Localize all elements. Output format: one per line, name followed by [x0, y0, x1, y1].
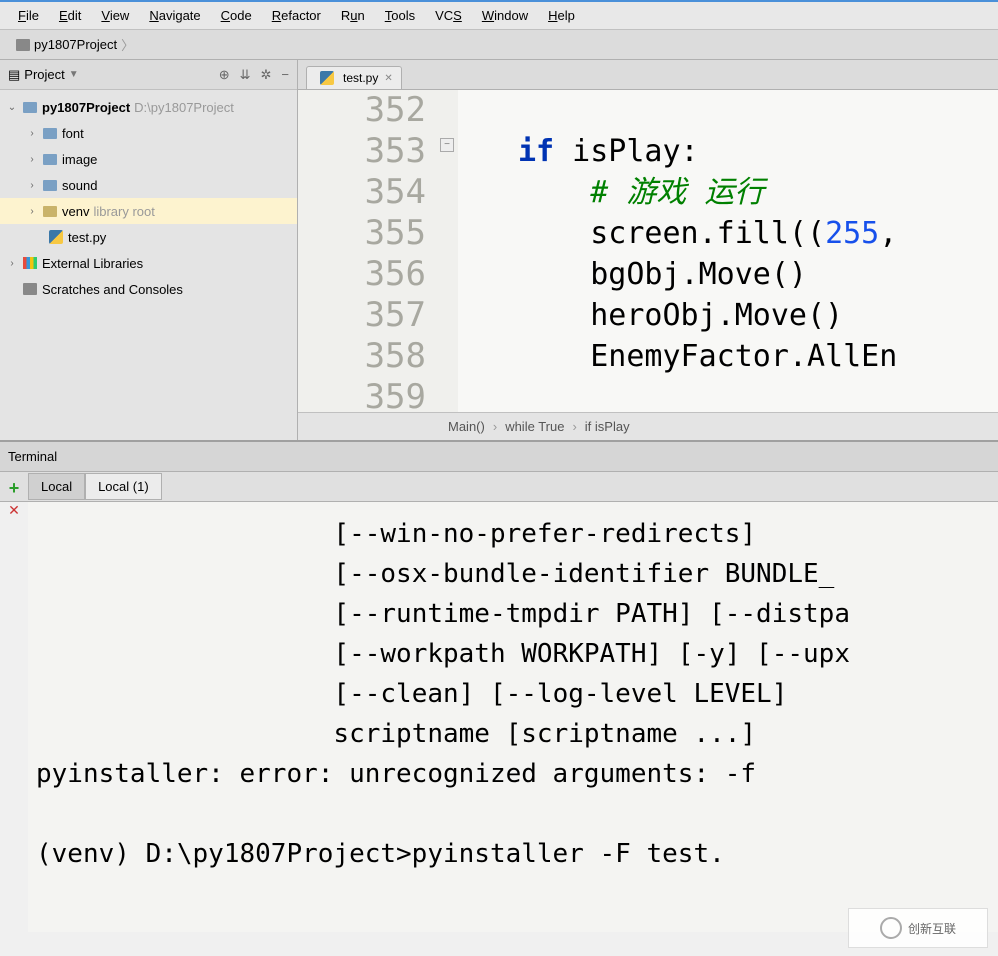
menu-run[interactable]: Run [331, 4, 375, 27]
menu-code[interactable]: Code [211, 4, 262, 27]
python-file-icon [49, 230, 63, 244]
tree-external-libraries[interactable]: › External Libraries [0, 250, 297, 276]
fold-strip: − − [438, 90, 458, 412]
menu-file[interactable]: File [8, 4, 49, 27]
root-name: py1807Project [42, 100, 130, 115]
tree-folder-sound[interactable]: › sound [0, 172, 297, 198]
python-file-icon [320, 71, 334, 85]
terminal-tab-local[interactable]: Local [28, 473, 85, 500]
editor-tab-testpy[interactable]: test.py ✕ [306, 66, 402, 89]
locate-icon[interactable]: ⊕ [219, 67, 230, 83]
crumb[interactable]: if isPlay [585, 419, 630, 434]
watermark-logo-icon [880, 917, 902, 939]
tree-scratches[interactable]: Scratches and Consoles [0, 276, 297, 302]
breadcrumb-root[interactable]: py1807Project 〉 [10, 33, 140, 56]
terminal-output[interactable]: [--win-no-prefer-redirects] [--osx-bundl… [28, 502, 998, 932]
terminal-tab-local1[interactable]: Local (1) [85, 473, 162, 500]
root-path: D:\py1807Project [134, 100, 234, 115]
tree-file-testpy[interactable]: test.py [0, 224, 297, 250]
menu-navigate[interactable]: Navigate [139, 4, 210, 27]
folder-icon [16, 39, 30, 51]
editor-panel: test.py ✕ 352353354 355356357 358359 360… [298, 60, 998, 440]
editor-tabbar: test.py ✕ [298, 60, 998, 90]
crumb[interactable]: Main() [448, 419, 485, 434]
tree-folder-font[interactable]: › font [0, 120, 297, 146]
terminal-tool-window: Terminal + Local Local (1) ✕ [--win-no-p… [0, 440, 998, 932]
editor-body[interactable]: 352353354 355356357 358359 360 − − if is… [298, 90, 998, 412]
fold-marker[interactable]: − [440, 138, 454, 152]
new-session-icon[interactable]: + [9, 478, 20, 499]
structure-breadcrumb: Main()› while True› if isPlay [298, 412, 998, 440]
settings-icon[interactable]: ✲ [261, 67, 272, 83]
menu-help[interactable]: Help [538, 4, 585, 27]
watermark: 创新互联 [848, 908, 988, 948]
close-session-icon[interactable]: ✕ [8, 502, 20, 519]
menu-refactor[interactable]: Refactor [262, 4, 331, 27]
close-icon[interactable]: ✕ [384, 73, 392, 84]
code-area[interactable]: if isPlay: # 游戏 运行 screen.fill((255, bgO… [458, 90, 998, 412]
breadcrumb-label: py1807Project [34, 37, 117, 52]
tree-folder-venv[interactable]: › venv library root [0, 198, 297, 224]
menu-vcs[interactable]: VCS [425, 4, 472, 27]
line-gutter: 352353354 355356357 358359 360 [298, 90, 438, 412]
menu-bar: File Edit View Navigate Code Refactor Ru… [0, 0, 998, 30]
menu-view[interactable]: View [91, 4, 139, 27]
terminal-header[interactable]: Terminal [0, 442, 998, 472]
project-view-selector[interactable]: ▤ Project ▼ [8, 67, 79, 83]
crumb[interactable]: while True [505, 419, 564, 434]
menu-window[interactable]: Window [472, 4, 538, 27]
project-title: Project [24, 67, 64, 82]
project-tab-icon: ▤ [8, 67, 20, 83]
hide-icon[interactable]: − [281, 67, 289, 83]
menu-tools[interactable]: Tools [375, 4, 425, 27]
project-tool-window: ▤ Project ▼ ⊕ ⇊ ✲ − ⌄ py1807Project D:\p… [0, 60, 298, 440]
tree-root[interactable]: ⌄ py1807Project D:\py1807Project [0, 94, 297, 120]
navigation-bar: py1807Project 〉 [0, 30, 998, 60]
scratch-icon [23, 283, 37, 295]
project-tree: ⌄ py1807Project D:\py1807Project › font … [0, 90, 297, 440]
menu-edit[interactable]: Edit [49, 4, 91, 27]
library-icon [23, 257, 37, 269]
expand-icon[interactable]: ⇊ [240, 67, 251, 83]
tree-folder-image[interactable]: › image [0, 146, 297, 172]
